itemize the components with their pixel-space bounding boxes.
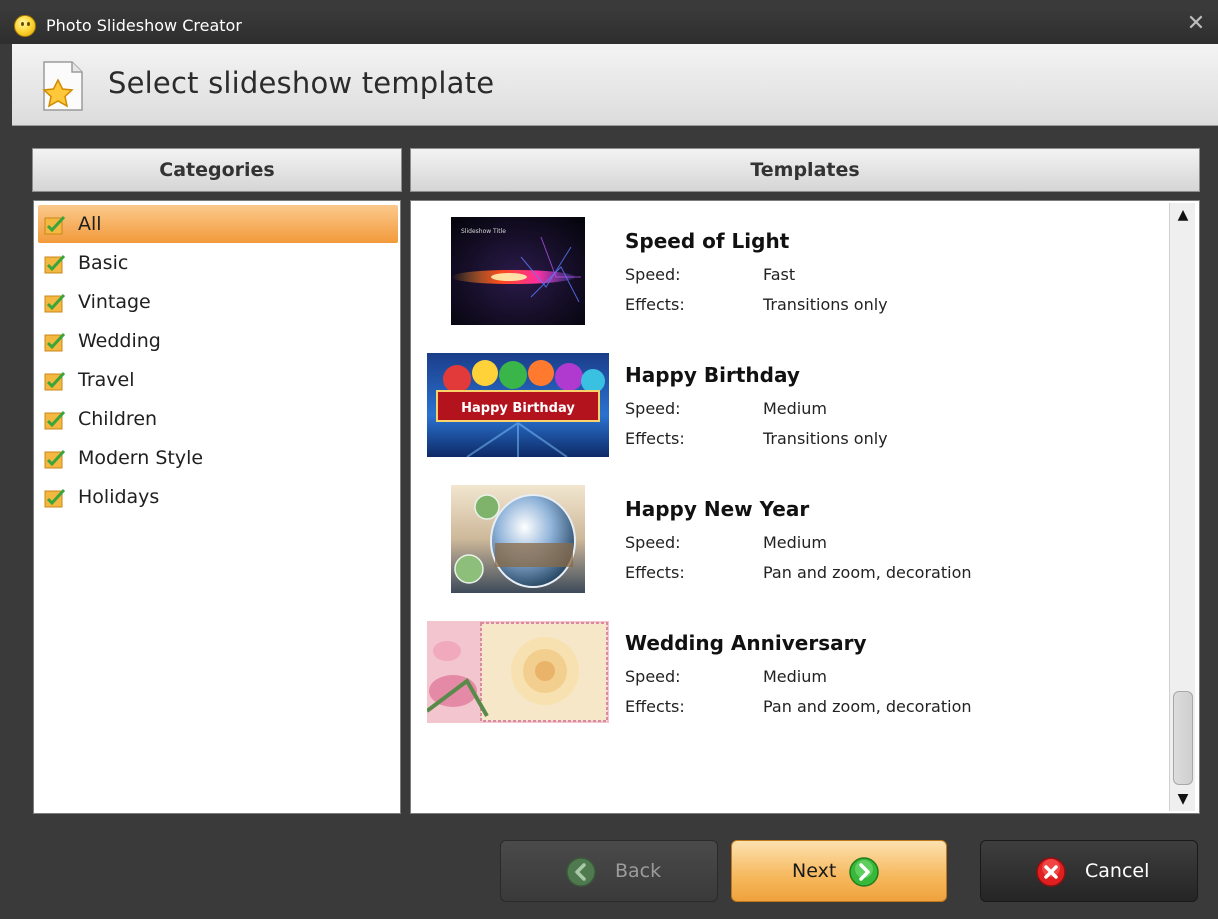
- category-check-icon: [44, 332, 66, 352]
- category-label: Holidays: [78, 486, 160, 508]
- template-item-happy-birthday[interactable]: Happy Birthday Happy Birthday Speed: Med…: [411, 345, 1171, 475]
- speed-label: Speed:: [625, 533, 681, 552]
- template-item-speed-of-light[interactable]: Slideshow Title Speed of Light Speed: Fa…: [411, 211, 1171, 341]
- close-button[interactable]: ✕: [1184, 12, 1208, 36]
- category-label: Modern Style: [78, 447, 204, 469]
- speed-label: Speed:: [625, 399, 681, 418]
- category-check-icon: [44, 215, 66, 235]
- speed-value: Medium: [763, 533, 827, 552]
- speed-value: Medium: [763, 667, 827, 686]
- category-label: Vintage: [78, 291, 151, 313]
- category-label: Basic: [78, 252, 129, 274]
- category-item-modern-style[interactable]: Modern Style: [38, 439, 398, 477]
- category-check-icon: [44, 449, 66, 469]
- speed-value: Medium: [763, 399, 827, 418]
- category-check-icon: [44, 488, 66, 508]
- thumbnail-caption: Slideshow Title: [461, 228, 506, 235]
- templates-scrollbar[interactable]: ▲ ▼: [1169, 203, 1195, 811]
- category-item-all[interactable]: All: [38, 205, 398, 243]
- templates-list: Slideshow Title Speed of Light Speed: Fa…: [410, 200, 1200, 814]
- category-label: All: [78, 213, 102, 235]
- category-check-icon: [44, 254, 66, 274]
- category-item-wedding[interactable]: Wedding: [38, 322, 398, 360]
- happy-new-year-thumbnail: [451, 485, 585, 593]
- template-name: Speed of Light: [625, 229, 790, 253]
- effects-value: Transitions only: [763, 429, 888, 448]
- template-name: Wedding Anniversary: [625, 631, 867, 655]
- title-bar: Photo Slideshow Creator ✕: [0, 6, 1218, 44]
- next-arrow-icon: [849, 857, 879, 887]
- effects-label: Effects:: [625, 697, 685, 716]
- template-item-wedding-anniversary[interactable]: Wedding Anniversary Speed: Medium Effect…: [411, 613, 1171, 743]
- templates-heading: Templates: [410, 148, 1200, 192]
- category-label: Travel: [78, 369, 135, 391]
- effects-value: Transitions only: [763, 295, 888, 314]
- effects-label: Effects:: [625, 429, 685, 448]
- category-item-vintage[interactable]: Vintage: [38, 283, 398, 321]
- next-button-label: Next: [792, 860, 837, 882]
- category-item-children[interactable]: Children: [38, 400, 398, 438]
- dialog-window: Photo Slideshow Creator ✕ Select slidesh…: [0, 0, 1218, 919]
- template-name: Happy New Year: [625, 497, 810, 521]
- categories-list: All Basic Vintage Wedding Travel Childre…: [33, 200, 401, 814]
- cancel-button[interactable]: Cancel: [980, 840, 1198, 902]
- star-document-icon: [42, 61, 83, 111]
- category-check-icon: [44, 371, 66, 391]
- speed-of-light-thumbnail: Slideshow Title: [451, 217, 585, 325]
- template-name: Happy Birthday: [625, 363, 800, 387]
- back-button[interactable]: Back: [500, 840, 718, 902]
- next-button[interactable]: Next: [731, 840, 947, 902]
- effects-value: Pan and zoom, decoration: [763, 563, 972, 582]
- effects-label: Effects:: [625, 563, 685, 582]
- category-label: Children: [78, 408, 158, 430]
- category-check-icon: [44, 410, 66, 430]
- scroll-track[interactable]: [1170, 227, 1196, 787]
- window-title: Photo Slideshow Creator: [46, 16, 242, 35]
- wedding-anniversary-thumbnail: [427, 621, 609, 723]
- back-button-label: Back: [615, 860, 662, 882]
- category-item-travel[interactable]: Travel: [38, 361, 398, 399]
- page-title: Select slideshow template: [108, 66, 495, 100]
- wizard-header: Select slideshow template: [12, 44, 1218, 126]
- category-item-holidays[interactable]: Holidays: [38, 478, 398, 516]
- scroll-up-arrow-icon[interactable]: ▲: [1170, 203, 1196, 227]
- speed-value: Fast: [763, 265, 796, 284]
- categories-heading: Categories: [32, 148, 402, 192]
- back-arrow-icon: [566, 857, 596, 887]
- effects-value: Pan and zoom, decoration: [763, 697, 972, 716]
- happy-birthday-thumbnail: Happy Birthday: [427, 353, 609, 457]
- cancel-x-icon: [1036, 857, 1066, 887]
- speed-label: Speed:: [625, 265, 681, 284]
- template-item-happy-new-year[interactable]: Happy New Year Speed: Medium Effects: Pa…: [411, 479, 1171, 609]
- category-item-basic[interactable]: Basic: [38, 244, 398, 282]
- app-smiley-icon: [14, 15, 36, 37]
- thumbnail-caption: Happy Birthday: [461, 401, 575, 416]
- category-label: Wedding: [78, 330, 161, 352]
- scroll-down-arrow-icon[interactable]: ▼: [1170, 787, 1196, 811]
- effects-label: Effects:: [625, 295, 685, 314]
- speed-label: Speed:: [625, 667, 681, 686]
- category-check-icon: [44, 293, 66, 313]
- cancel-button-label: Cancel: [1085, 860, 1150, 882]
- scroll-thumb[interactable]: [1173, 691, 1193, 785]
